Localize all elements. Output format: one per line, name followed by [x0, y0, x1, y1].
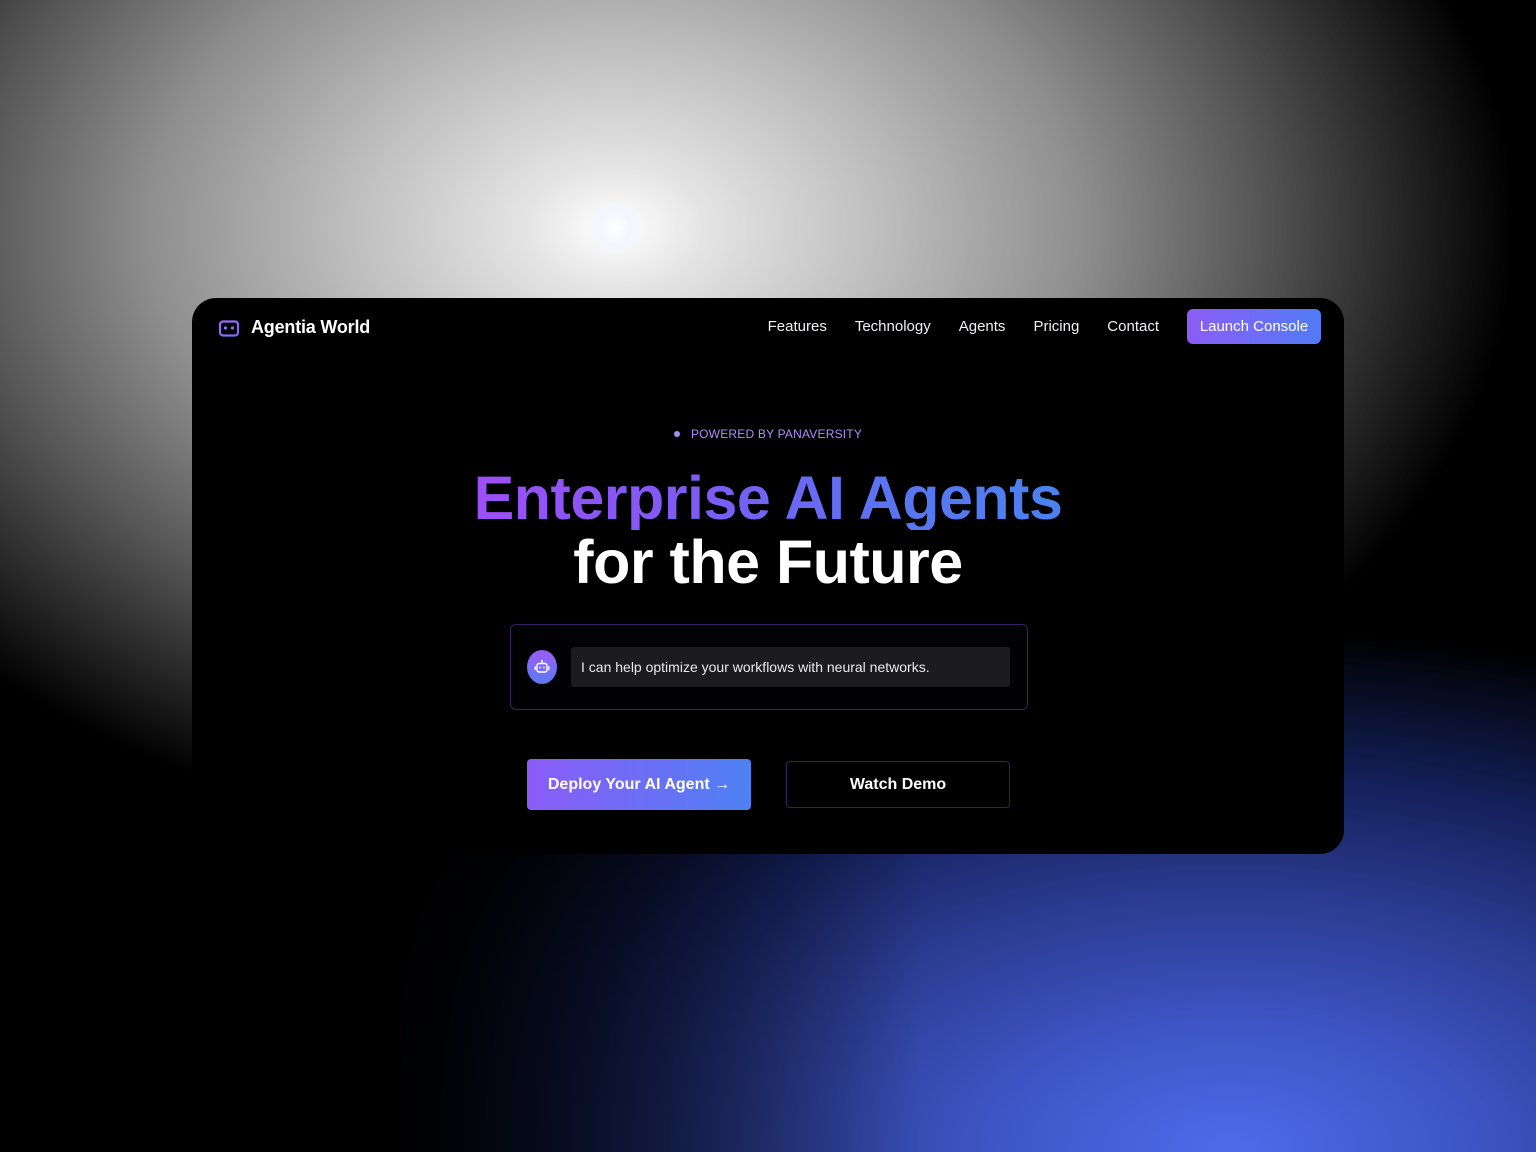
nav-link-agents[interactable]: Agents [959, 318, 1006, 335]
badge-dot-icon [673, 431, 680, 437]
nav-link-features[interactable]: Features [768, 318, 827, 335]
backdrop-light-spot [590, 203, 640, 253]
badge-text: POWERED BY PANAVERSITY [690, 427, 863, 441]
hero-headline: Enterprise AI Agents for the Future [192, 466, 1344, 594]
nav-links: Features Technology Agents Pricing Conta… [768, 309, 1321, 344]
launch-console-button[interactable]: Launch Console [1187, 309, 1321, 344]
top-navbar: Agentia World Features Technology Agents… [192, 298, 1344, 356]
app-window: Agentia World Features Technology Agents… [192, 298, 1344, 854]
powered-by-badge: POWERED BY PANAVERSITY [192, 427, 1344, 441]
agent-chat-preview: I can help optimize your workflows with … [510, 624, 1028, 710]
robot-icon [216, 314, 242, 337]
brand-logo[interactable]: Agentia World [216, 314, 370, 340]
nav-link-contact[interactable]: Contact [1107, 318, 1159, 335]
brand-name: Agentia World [251, 316, 371, 337]
agent-message: I can help optimize your workflows with … [571, 647, 1010, 687]
nav-link-pricing[interactable]: Pricing [1033, 318, 1079, 335]
deploy-agent-button[interactable]: Deploy Your AI Agent → [527, 759, 751, 810]
agent-avatar [527, 650, 557, 684]
watch-demo-button[interactable]: Watch Demo [786, 761, 1010, 808]
headline-line-1: Enterprise AI Agents [473, 464, 1063, 532]
nav-link-technology[interactable]: Technology [855, 318, 931, 335]
robot-icon [534, 659, 550, 673]
headline-line-2: for the Future [573, 528, 963, 596]
